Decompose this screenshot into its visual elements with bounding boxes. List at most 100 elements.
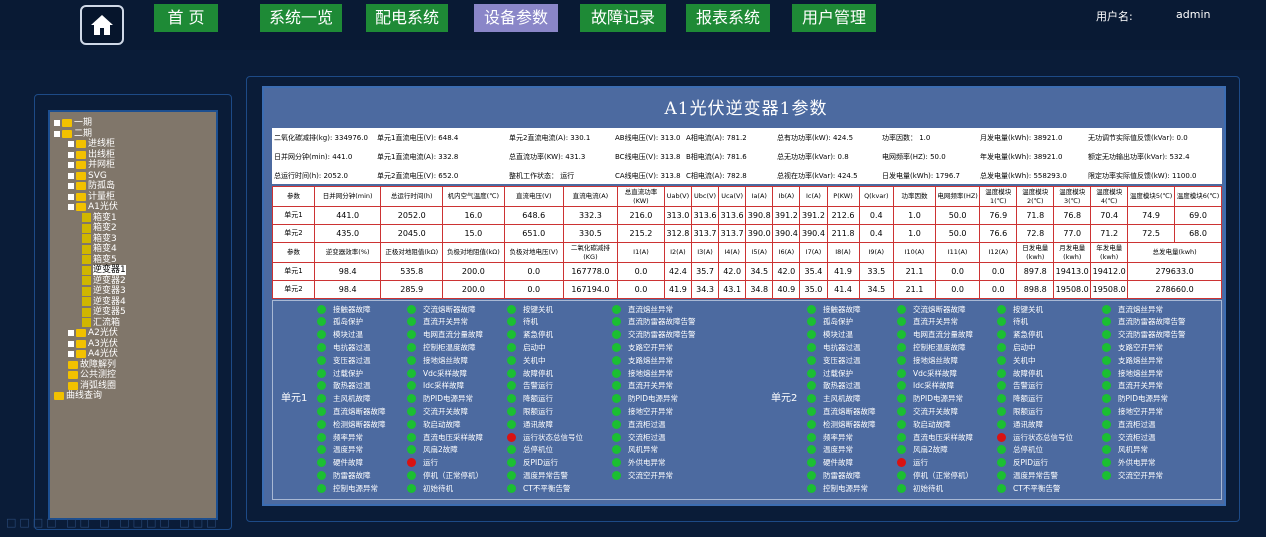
alarm-label: 直流防雷器故障告警 [1118,317,1186,327]
table-header-cell: I2(A) [663,242,692,263]
tree-item[interactable]: A3光伏 [68,339,118,349]
expand-icon[interactable] [68,162,74,168]
nav-system-overview[interactable]: 系统一览 [260,4,342,32]
table-header-cell: Ic(A) [799,186,828,207]
nav-device-params[interactable]: 设备参数 [474,4,558,32]
tree-item[interactable]: SVG [68,171,107,181]
table-cell: 1.0 [893,206,936,225]
tree-item[interactable]: 一期 [54,118,92,128]
alarm-indicator: 直流开关异常 [612,380,673,392]
table-cell: 0.0 [617,280,665,299]
expand-icon[interactable] [68,204,74,210]
alarm-dot-green [997,304,1006,314]
expand-icon[interactable] [68,330,74,336]
alarm-dot-green [507,406,516,416]
table-cell: 40.9 [772,280,801,299]
bottom-decoration-text: □□□□ □□ □ □□□□ □□□ [6,516,220,529]
alarm-dot-green [507,458,516,468]
folder-icon [54,392,64,400]
tree-item[interactable]: 箱变2 [82,223,117,233]
table-cell: 单元2 [272,224,315,243]
tree-item[interactable]: 消弧线圈 [68,381,116,391]
tree-item[interactable]: A2光伏 [68,328,118,338]
alarm-indicator: 控制电源异常 [807,482,868,494]
nav-report-system[interactable]: 报表系统 [686,4,770,32]
alarm-dot-green [1102,381,1111,391]
expand-icon[interactable] [68,351,74,357]
param-item: 单元1直流电压(V): 648.4 [377,134,459,142]
tree-item[interactable]: 箱变4 [82,244,117,254]
tree-item[interactable]: 箱变3 [82,234,117,244]
alarm-label: 过载保护 [823,368,853,378]
alarm-indicator: 运行状态总信号位 [997,431,1073,443]
alarm-indicator: 接地熔丝异常 [1102,367,1163,379]
alarm-label: 模块过温 [333,330,363,340]
param-grid: 参数 日并网分钟(min) 总运行时间(h) 机内空气温度(℃) 直流电压(V) 直流电流… [272,186,1222,299]
inverter-panel: A1光伏逆变器1参数 二氧化碳减排(kg): 334976.0 单元1直流电压(V… [262,86,1226,506]
tree-item[interactable]: 计量柜 [68,192,115,202]
table-header-row: 参数 日并网分钟(min) 总运行时间(h) 机内空气温度(℃) 直流电压(V) 直流电流… [272,186,1222,207]
alarm-indicator: 运行 [897,457,928,469]
param-item: 单元2直流电压(V): 652.0 [377,172,459,180]
tree-item[interactable]: 逆变器4 [82,297,126,307]
tree-item[interactable]: 故障解列 [68,360,116,370]
tree-item[interactable]: 出线柜 [68,150,115,160]
device-tree[interactable]: 一期 二期 进线柜 出线柜 并网柜 SVG 防孤岛 计量柜 A1光伏 箱变1 箱变2 箱变3 箱变4 箱变… [48,110,218,520]
alarm-dot-green [997,445,1006,455]
alarm-label: 告警运行 [523,381,553,391]
home-button[interactable] [80,5,124,45]
tree-item-label: 故障解列 [80,359,117,370]
tree-item[interactable]: A4光伏 [68,349,118,359]
alarm-dot-green [807,317,816,327]
tree-item[interactable]: A1光伏 [68,202,118,212]
alarm-indicator: 直流柜过温 [1102,418,1156,430]
expand-icon[interactable] [54,120,60,126]
tree-item[interactable]: 逆变器3 [82,286,126,296]
tree-item-label: 箱变5 [93,254,117,265]
nav-user-management[interactable]: 用户管理 [792,4,876,32]
alarm-label: 按键关机 [1013,304,1043,314]
alarm-indicator: 孤岛保护 [807,316,853,328]
alarm-dot-green [407,355,416,365]
table-cell: 651.0 [503,224,564,243]
expand-icon[interactable] [68,141,74,147]
tree-item[interactable]: 公共测控 [68,370,116,380]
alarm-label: 防PID电源异常 [628,394,679,404]
nav-home[interactable]: 首 页 [154,4,218,32]
alarm-indicator: 限额运行 [507,405,553,417]
alarm-indicator: 接地熔丝故障 [407,354,468,366]
alarm-dot-green [997,394,1006,404]
tree-item[interactable]: 箱变1 [82,213,117,223]
alarm-indicator: 初始待机 [407,482,453,494]
alarm-dot-green [507,368,516,378]
folder-icon [62,129,72,138]
alarm-indicator: 运行 [407,457,438,469]
alarm-dot-green [612,458,621,468]
tree-item[interactable]: 曲线查询 [54,391,102,401]
alarm-indicator: 软启动故障 [897,418,951,430]
tree-item[interactable]: 并网柜 [68,160,115,170]
tree-item[interactable]: 逆变器2 [82,276,126,286]
tree-item[interactable]: 防孤岛 [68,181,115,191]
alarm-dot-green [1102,445,1111,455]
expand-icon[interactable] [68,340,74,347]
expand-icon[interactable] [68,151,74,158]
tree-item[interactable]: 进线柜 [68,139,115,149]
alarm-dot-green [1102,432,1111,442]
tree-item[interactable]: 逆变器5 [82,307,126,317]
expand-icon[interactable] [54,130,60,137]
nav-distribution-system[interactable]: 配电系统 [366,4,448,32]
expand-icon[interactable] [68,172,74,179]
expand-icon[interactable] [68,183,74,189]
alarm-indicator: 风扇2故障 [407,444,458,456]
tree-item[interactable]: 汇流箱 [82,318,120,328]
tree-item[interactable]: 箱变5 [82,255,117,265]
tree-item[interactable]: 逆变器1 [82,265,126,275]
tree-item[interactable]: 二期 [54,129,92,139]
expand-icon[interactable] [68,193,74,200]
alarm-label: 孤岛保护 [823,317,853,327]
tree-item-label: 进线柜 [88,139,116,149]
alarm-dot-green [897,330,906,340]
nav-fault-records[interactable]: 故障记录 [580,4,666,32]
alarm-dot-green [317,419,326,429]
